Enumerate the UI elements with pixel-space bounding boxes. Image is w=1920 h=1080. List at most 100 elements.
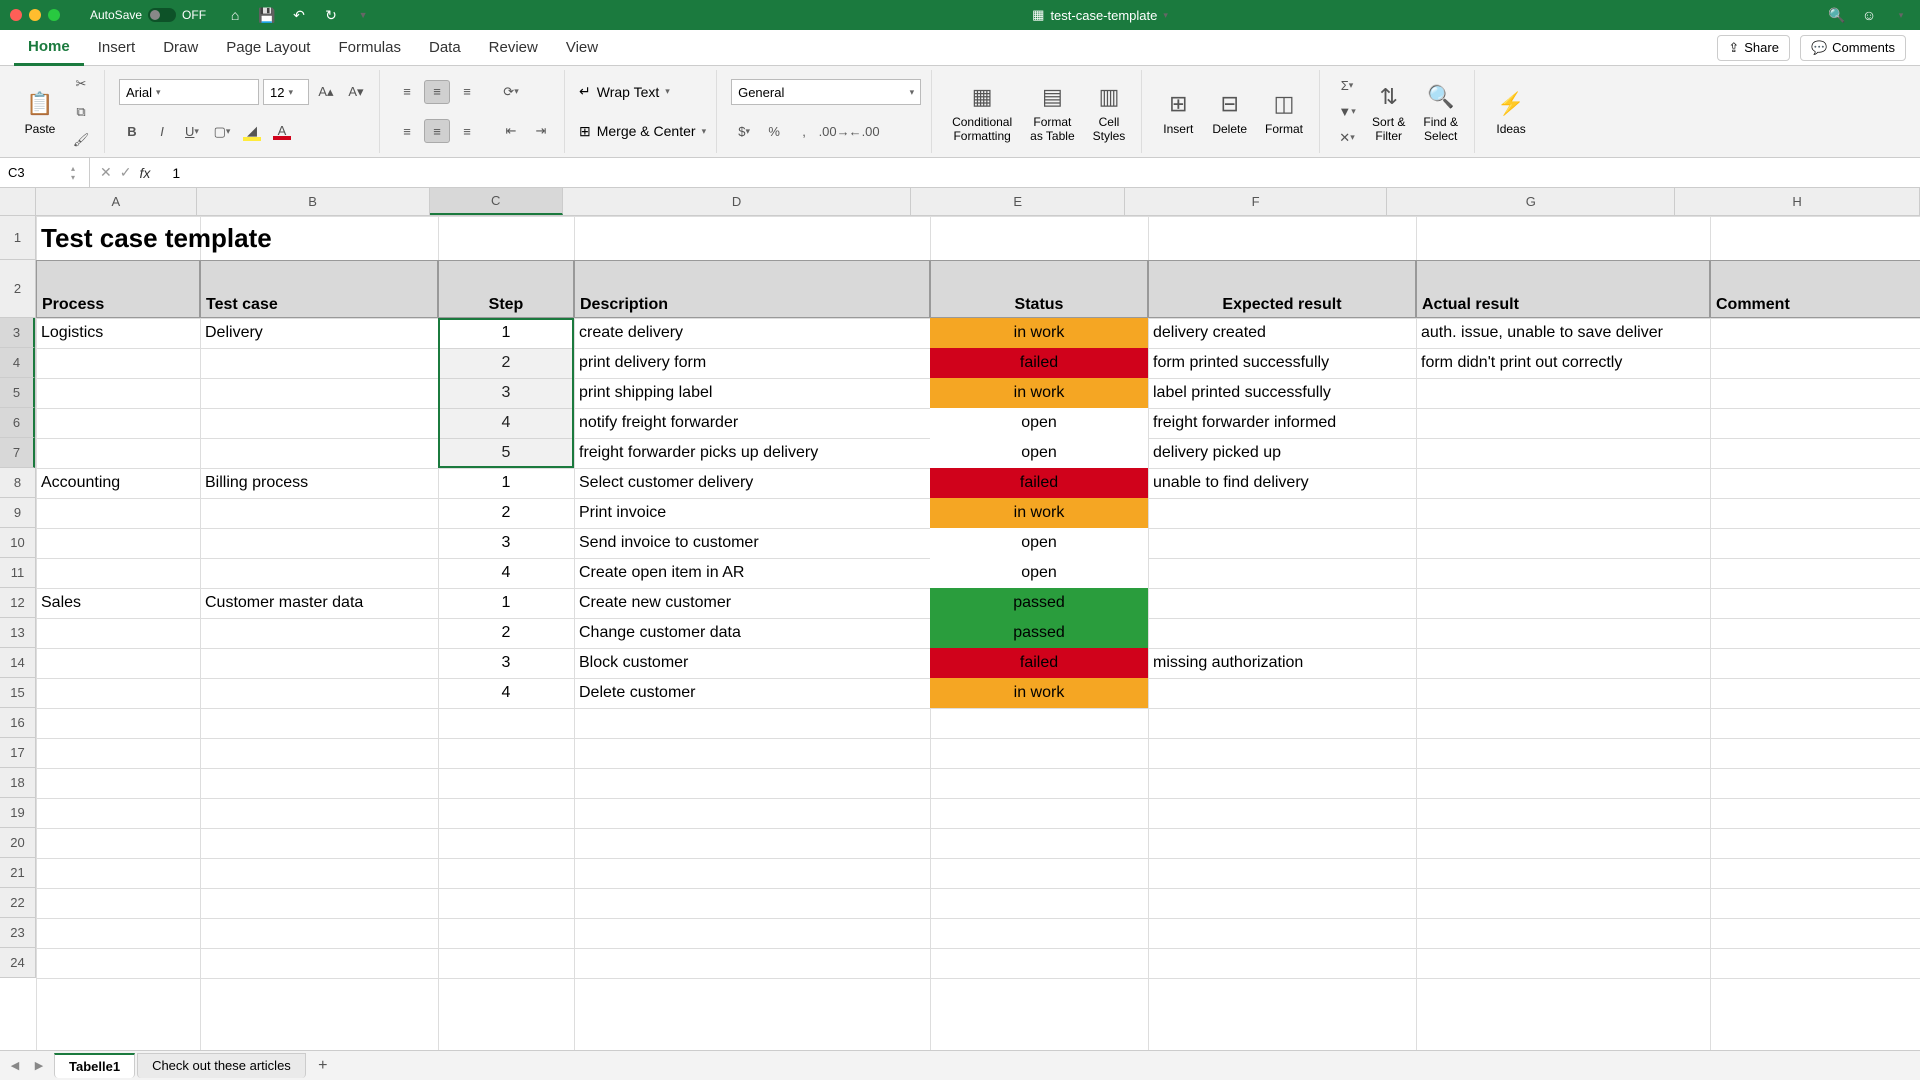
format-as-table-button[interactable]: ▤Format as Table <box>1024 79 1080 145</box>
decrease-indent-icon[interactable]: ⇤ <box>498 119 524 143</box>
cell-F12[interactable] <box>1148 588 1416 618</box>
cell-H14[interactable] <box>1710 648 1920 678</box>
cell-D6[interactable]: notify freight forwarder <box>574 408 930 438</box>
cell-A8[interactable]: Accounting <box>36 468 200 498</box>
cell-E12[interactable]: passed <box>930 588 1148 618</box>
row-header-22[interactable]: 22 <box>0 888 35 918</box>
column-header-G[interactable]: G <box>1387 188 1675 215</box>
toggle-icon[interactable] <box>148 8 176 22</box>
cell-E13[interactable]: passed <box>930 618 1148 648</box>
format-cells-button[interactable]: ◫Format <box>1259 86 1309 138</box>
cell-B13[interactable] <box>200 618 438 648</box>
cell-D13[interactable]: Change customer data <box>574 618 930 648</box>
cell-D10[interactable]: Send invoice to customer <box>574 528 930 558</box>
undo-icon[interactable]: ↶ <box>290 6 308 24</box>
cell-H7[interactable] <box>1710 438 1920 468</box>
row-header-20[interactable]: 20 <box>0 828 35 858</box>
cell-E4[interactable]: failed <box>930 348 1148 378</box>
tab-insert[interactable]: Insert <box>84 30 150 66</box>
cell-D9[interactable]: Print invoice <box>574 498 930 528</box>
row-header-9[interactable]: 9 <box>0 498 35 528</box>
cell-B12[interactable]: Customer master data <box>200 588 438 618</box>
font-color-button[interactable]: A <box>269 120 295 144</box>
percent-icon[interactable]: % <box>761 120 787 144</box>
cell-D12[interactable]: Create new customer <box>574 588 930 618</box>
cell-D2[interactable]: Description <box>574 260 930 318</box>
delete-cells-button[interactable]: ⊟Delete <box>1206 86 1253 138</box>
cell-F5[interactable]: label printed successfully <box>1148 378 1416 408</box>
share-button[interactable]: ⇪Share <box>1717 35 1790 61</box>
row-header-16[interactable]: 16 <box>0 708 35 738</box>
tab-data[interactable]: Data <box>415 30 475 66</box>
cell-D4[interactable]: print delivery form <box>574 348 930 378</box>
cell-B4[interactable] <box>200 348 438 378</box>
cancel-formula-icon[interactable]: ✕ <box>100 164 112 181</box>
cell-F13[interactable] <box>1148 618 1416 648</box>
close-window-icon[interactable] <box>10 9 22 21</box>
autosum-icon[interactable]: Σ▾ <box>1334 74 1360 98</box>
align-left-icon[interactable]: ≡ <box>394 119 420 143</box>
cell-B2[interactable]: Test case <box>200 260 438 318</box>
cell-G9[interactable] <box>1416 498 1710 528</box>
cell-G11[interactable] <box>1416 558 1710 588</box>
cell-C14[interactable]: 3 <box>438 648 574 678</box>
row-header-17[interactable]: 17 <box>0 738 35 768</box>
cell-B6[interactable] <box>200 408 438 438</box>
cell-F8[interactable]: unable to find delivery <box>1148 468 1416 498</box>
comments-button[interactable]: 💬Comments <box>1800 35 1906 61</box>
row-header-21[interactable]: 21 <box>0 858 35 888</box>
cell-H6[interactable] <box>1710 408 1920 438</box>
cell-D11[interactable]: Create open item in AR <box>574 558 930 588</box>
row-header-6[interactable]: 6 <box>0 408 35 438</box>
tab-home[interactable]: Home <box>14 30 84 66</box>
row-header-18[interactable]: 18 <box>0 768 35 798</box>
tab-view[interactable]: View <box>552 30 612 66</box>
cell-B10[interactable] <box>200 528 438 558</box>
column-header-H[interactable]: H <box>1675 188 1920 215</box>
cell-C12[interactable]: 1 <box>438 588 574 618</box>
decrease-font-icon[interactable]: A▾ <box>343 80 369 104</box>
cells-area[interactable]: Test case templateProcessTest caseStepDe… <box>36 216 1920 1050</box>
currency-icon[interactable]: $▾ <box>731 120 757 144</box>
cell-C9[interactable]: 2 <box>438 498 574 528</box>
cut-icon[interactable]: ✂ <box>68 72 94 96</box>
cell-H8[interactable] <box>1710 468 1920 498</box>
wrap-text-button[interactable]: ↵Wrap Text▾ <box>579 83 706 100</box>
cell-E5[interactable]: in work <box>930 378 1148 408</box>
align-right-icon[interactable]: ≡ <box>454 119 480 143</box>
increase-indent-icon[interactable]: ⇥ <box>528 119 554 143</box>
cell-E3[interactable]: in work <box>930 318 1148 348</box>
cell-E11[interactable]: open <box>930 558 1148 588</box>
row-header-7[interactable]: 7 <box>0 438 35 468</box>
autosave-toggle[interactable]: AutoSave OFF <box>90 8 206 22</box>
cell-E10[interactable]: open <box>930 528 1148 558</box>
underline-button[interactable]: U▾ <box>179 120 205 144</box>
align-middle-icon[interactable]: ≡ <box>424 80 450 104</box>
cell-E15[interactable]: in work <box>930 678 1148 708</box>
row-header-24[interactable]: 24 <box>0 948 35 978</box>
fill-icon[interactable]: ▼▾ <box>1334 100 1360 124</box>
cell-A3[interactable]: Logistics <box>36 318 200 348</box>
cell-B14[interactable] <box>200 648 438 678</box>
cell-D8[interactable]: Select customer delivery <box>574 468 930 498</box>
row-header-15[interactable]: 15 <box>0 678 35 708</box>
cell-F11[interactable] <box>1148 558 1416 588</box>
align-bottom-icon[interactable]: ≡ <box>454 80 480 104</box>
cell-H4[interactable] <box>1710 348 1920 378</box>
row-header-3[interactable]: 3 <box>0 318 35 348</box>
paste-button[interactable]: 📋 Paste <box>18 86 62 138</box>
home-icon[interactable]: ⌂ <box>226 6 244 24</box>
cell-C11[interactable]: 4 <box>438 558 574 588</box>
cell-H2[interactable]: Comment <box>1710 260 1920 318</box>
cell-G3[interactable]: auth. issue, unable to save deliver <box>1416 318 1710 348</box>
cell-C4[interactable]: 2 <box>438 348 574 378</box>
sheet-next-icon[interactable]: ▶ <box>30 1057 48 1075</box>
cell-H10[interactable] <box>1710 528 1920 558</box>
cell-F14[interactable]: missing authorization <box>1148 648 1416 678</box>
find-select-button[interactable]: 🔍Find & Select <box>1417 79 1464 145</box>
sheet-tab-0[interactable]: Tabelle1 <box>54 1053 135 1078</box>
insert-cells-button[interactable]: ⊞Insert <box>1156 86 1200 138</box>
cell-F6[interactable]: freight forwarder informed <box>1148 408 1416 438</box>
cell-G2[interactable]: Actual result <box>1416 260 1710 318</box>
column-header-C[interactable]: C <box>430 188 563 215</box>
